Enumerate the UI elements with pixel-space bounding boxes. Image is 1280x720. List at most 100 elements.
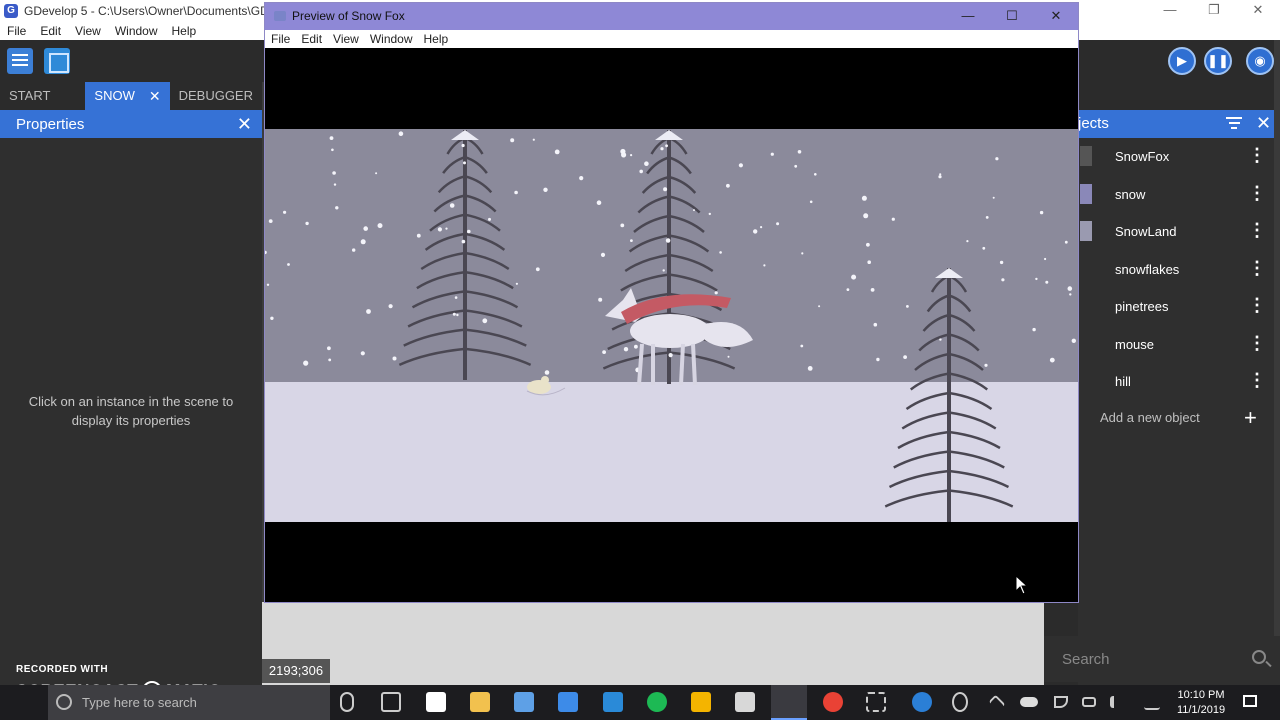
- taskbar-search-box[interactable]: Type here to search: [48, 685, 330, 720]
- object-item-snowland[interactable]: SnowLand ⋮: [1078, 213, 1280, 251]
- preview-minimize-button[interactable]: —: [946, 3, 990, 30]
- network-status-icon[interactable]: [1054, 696, 1068, 708]
- gdevelop-taskbar-icon[interactable]: [771, 685, 807, 720]
- microphone-icon[interactable]: [340, 692, 354, 712]
- menu-edit[interactable]: Edit: [33, 24, 68, 38]
- taskbar-search-placeholder: Type here to search: [82, 695, 197, 710]
- play-icon[interactable]: ▶: [1168, 47, 1196, 75]
- preview-menu-window[interactable]: Window: [364, 32, 418, 46]
- scene-icon[interactable]: [44, 48, 70, 74]
- pen-icon[interactable]: [1144, 696, 1160, 710]
- tab-debugger[interactable]: DEBUGGER: [170, 82, 262, 110]
- snowflake: [807, 366, 813, 371]
- battery-icon[interactable]: [1082, 697, 1096, 707]
- amazon-icon[interactable]: [426, 692, 446, 712]
- snowflake: [939, 338, 942, 341]
- snowflake: [794, 164, 798, 168]
- snowflake: [510, 138, 515, 143]
- visual-studio-code-icon[interactable]: [603, 692, 623, 712]
- tab-close-icon[interactable]: ✕: [149, 82, 161, 110]
- spotify-icon[interactable]: [647, 692, 667, 712]
- snowflake: [818, 305, 821, 308]
- network-icon[interactable]: ◉: [1246, 47, 1274, 75]
- preview-menu-help[interactable]: Help: [418, 32, 454, 46]
- game-scene: [265, 48, 1078, 602]
- scene-editor-lower-area[interactable]: [262, 602, 1044, 685]
- preview-menu-file[interactable]: File: [265, 32, 295, 46]
- snowflake: [287, 263, 290, 266]
- more-vert-icon[interactable]: ⋮: [1248, 334, 1266, 352]
- main-restore-button[interactable]: ❐: [1192, 0, 1236, 22]
- snowflake: [644, 161, 649, 166]
- project-manager-icon[interactable]: [7, 48, 33, 74]
- object-item-mouse[interactable]: mouse ⋮: [1078, 326, 1280, 364]
- snowflake: [763, 264, 766, 267]
- object-item-snow[interactable]: snow ⋮: [1078, 176, 1280, 214]
- menu-help[interactable]: Help: [165, 24, 204, 38]
- snowflake: [966, 240, 969, 243]
- filter-icon[interactable]: [1226, 117, 1242, 131]
- add-new-object-button[interactable]: Add a new object +: [1078, 405, 1280, 430]
- objects-close-icon[interactable]: ✕: [1256, 113, 1271, 134]
- preview-close-button[interactable]: ✕: [1034, 3, 1078, 30]
- main-close-button[interactable]: ✕: [1236, 0, 1280, 22]
- game-canvas[interactable]: [265, 48, 1078, 602]
- properties-empty-message: Click on an instance in the scene to dis…: [0, 392, 262, 430]
- file-explorer-icon[interactable]: [470, 692, 490, 712]
- more-vert-icon[interactable]: ⋮: [1248, 184, 1266, 202]
- object-item-snowflakes[interactable]: snowflakes ⋮: [1078, 251, 1280, 289]
- pause-icon[interactable]: ❚❚: [1204, 47, 1232, 75]
- more-vert-icon[interactable]: ⋮: [1248, 146, 1266, 164]
- mail-icon[interactable]: [735, 692, 755, 712]
- chevron-up-icon[interactable]: [988, 694, 1006, 712]
- object-thumbnail: [1080, 146, 1092, 166]
- snowflake: [363, 226, 368, 231]
- object-item-hill[interactable]: hill ⋮: [1078, 363, 1280, 401]
- chrome-icon[interactable]: [823, 692, 843, 712]
- menu-view[interactable]: View: [68, 24, 108, 38]
- store-icon[interactable]: [514, 692, 534, 712]
- tab-snow[interactable]: SNOW ✕: [85, 82, 170, 110]
- windows-start-icon[interactable]: [12, 692, 32, 712]
- more-vert-icon[interactable]: ⋮: [1248, 221, 1266, 239]
- dropbox-icon[interactable]: [558, 692, 578, 712]
- snowflake: [620, 223, 625, 228]
- snowflake: [463, 161, 466, 165]
- preview-menu-edit[interactable]: Edit: [295, 32, 327, 46]
- main-minimize-button[interactable]: —: [1148, 0, 1192, 22]
- objects-search-field[interactable]: Search: [1044, 636, 1280, 682]
- tab-start-page[interactable]: START PAGE: [0, 82, 85, 131]
- windows-taskbar: Type here to search 10:10 PM 11/1/2019: [0, 685, 1280, 720]
- snowflake: [392, 356, 397, 361]
- preview-maximize-button[interactable]: ☐: [990, 3, 1034, 30]
- people-icon[interactable]: [952, 692, 968, 712]
- volume-icon[interactable]: [1110, 696, 1124, 708]
- snowflake: [461, 143, 465, 148]
- action-center-icon[interactable]: [1243, 695, 1257, 707]
- snowflake: [333, 183, 337, 186]
- objects-search-placeholder: Search: [1062, 651, 1110, 668]
- menu-file[interactable]: File: [0, 24, 33, 38]
- snowflake: [726, 183, 730, 188]
- more-vert-icon[interactable]: ⋮: [1248, 296, 1266, 314]
- object-item-pinetrees[interactable]: pinetrees ⋮: [1078, 288, 1280, 326]
- menu-window[interactable]: Window: [108, 24, 165, 38]
- snipping-tool-icon[interactable]: [866, 692, 886, 712]
- snowflake: [360, 239, 366, 245]
- snowflake: [461, 239, 466, 244]
- onedrive-icon[interactable]: [1020, 697, 1038, 707]
- snowflake: [630, 154, 633, 157]
- preview-menu-view[interactable]: View: [327, 32, 364, 46]
- google-drive-icon[interactable]: [691, 692, 711, 712]
- help-icon[interactable]: [912, 692, 932, 712]
- snowflake: [514, 190, 518, 195]
- task-view-icon[interactable]: [381, 692, 401, 712]
- taskbar-clock[interactable]: 10:10 PM 11/1/2019: [1170, 688, 1232, 718]
- preview-menubar: File Edit View Window Help: [265, 30, 1078, 48]
- right-scrollbar[interactable]: [1274, 40, 1280, 636]
- more-vert-icon[interactable]: ⋮: [1248, 371, 1266, 389]
- snowflake: [693, 209, 695, 212]
- more-vert-icon[interactable]: ⋮: [1248, 259, 1266, 277]
- properties-close-icon[interactable]: ✕: [237, 114, 252, 135]
- object-item-snowfox[interactable]: SnowFox ⋮: [1078, 138, 1280, 176]
